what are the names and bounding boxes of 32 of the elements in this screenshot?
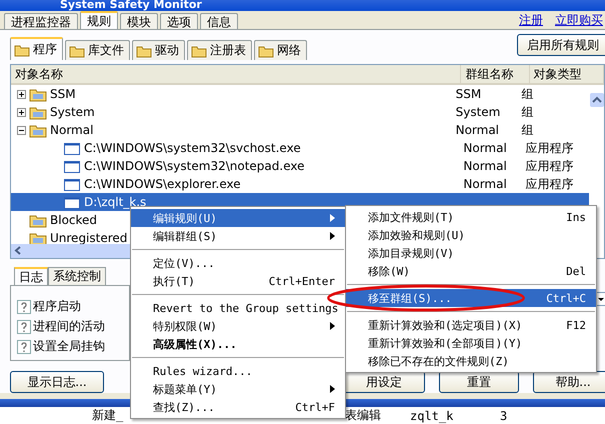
group-name: Normal [456, 123, 500, 138]
shortcut-label: Ctrl+C [546, 292, 586, 304]
shortcut-label: Ins [566, 210, 586, 224]
list-cell: 3 [500, 408, 508, 422]
group-name: Normal [463, 177, 507, 192]
object-type: 组 [521, 104, 534, 119]
object-type: 组 [521, 86, 534, 101]
object-name: Unregistered [50, 231, 128, 246]
group-name: SSM [456, 87, 482, 102]
object-type: 应用程序 [525, 140, 574, 155]
object-name: System [50, 105, 95, 120]
shortcut-label: Ctrl+Enter [268, 274, 335, 288]
list-cell: 表编辑 [345, 407, 381, 424]
shortcut-label: Ctrl+F [295, 400, 335, 414]
object-name: C:\WINDOWS\system32\svchost.exe [84, 141, 301, 156]
object-type: 应用程序 [525, 158, 574, 173]
object-name: Normal [50, 123, 94, 138]
object-name: SSM [50, 87, 76, 102]
object-name: D:\zqlt_k.s [84, 195, 146, 210]
group-name: Normal [463, 159, 507, 174]
object-name: C:\WINDOWS\explorer.exe [84, 177, 241, 192]
object-name: C:\WINDOWS\system32\notepad.exe [84, 159, 304, 174]
object-name: Blocked [50, 213, 98, 228]
list-cell: zqlt_k [410, 408, 454, 422]
object-type: 组 [521, 122, 534, 137]
list-cell: 新建_ [92, 407, 124, 424]
shortcut-label: Del [566, 264, 586, 278]
group-name: Normal [463, 141, 507, 156]
window-title: System Safety Monitor [59, 0, 202, 12]
shortcut-label: F12 [566, 318, 586, 332]
group-name: System [456, 105, 500, 120]
object-type: 应用程序 [525, 176, 574, 191]
